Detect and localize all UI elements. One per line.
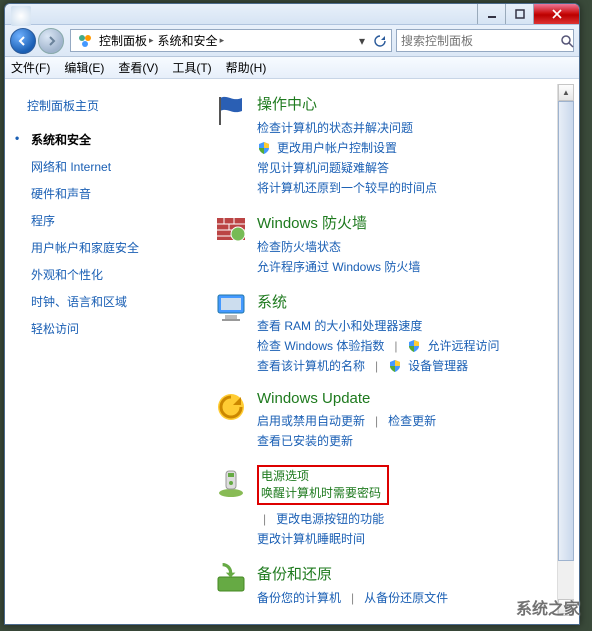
close-button[interactable] <box>533 4 579 24</box>
shield-icon <box>407 339 421 353</box>
category-link[interactable]: 检查更新 <box>388 411 436 431</box>
content-pane: 操作中心检查计算机的状态并解决问题更改用户帐户控制设置常见计算机问题疑难解答将计… <box>205 79 579 624</box>
category-title[interactable]: BitLocker 驱动器加密 <box>257 622 569 624</box>
category-link[interactable]: 查看 RAM 的大小和处理器速度 <box>257 316 422 336</box>
menu-help[interactable]: 帮助(H) <box>226 59 267 76</box>
category: Windows Update启用或禁用自动更新|检查更新查看已安装的更新 <box>211 390 569 451</box>
address-dropdown[interactable]: ▾ <box>353 34 371 48</box>
category-link[interactable]: 更改用户帐户控制设置 <box>277 138 397 158</box>
category-link[interactable]: 唤醒计算机时需要密码 <box>261 486 381 500</box>
sidebar-item[interactable]: 轻松访问 <box>27 315 197 342</box>
search-icon[interactable] <box>560 34 574 48</box>
breadcrumb-item[interactable]: 控制面板 <box>97 32 156 49</box>
shield-icon <box>388 359 402 373</box>
category-link[interactable]: 常见计算机问题疑难解答 <box>257 158 389 178</box>
menu-file[interactable]: 文件(F) <box>11 59 50 76</box>
sidebar-item[interactable]: 网络和 Internet <box>27 153 197 180</box>
category-link[interactable]: 检查 Windows 体验指数 <box>257 336 384 356</box>
wall-icon <box>211 212 251 252</box>
category: 系统查看 RAM 的大小和处理器速度检查 Windows 体验指数|允许远程访问… <box>211 291 569 376</box>
back-button[interactable] <box>10 28 36 54</box>
sidebar-item[interactable]: 硬件和声音 <box>27 180 197 207</box>
category-link[interactable]: 允许程序通过 Windows 防火墙 <box>257 257 420 277</box>
sidebar: 控制面板主页 系统和安全网络和 Internet硬件和声音程序用户帐户和家庭安全… <box>5 79 205 624</box>
sidebar-item[interactable]: 外观和个性化 <box>27 261 197 288</box>
sidebar-item[interactable]: 系统和安全 <box>27 126 197 153</box>
minimize-button[interactable] <box>477 4 505 24</box>
control-panel-home-link[interactable]: 控制面板主页 <box>27 97 197 114</box>
sidebar-item[interactable]: 时钟、语言和区域 <box>27 288 197 315</box>
category: 电源选项唤醒计算机时需要密码|更改电源按钮的功能更改计算机睡眠时间 <box>211 465 569 549</box>
category-title[interactable]: 操作中心 <box>257 93 569 114</box>
vertical-scrollbar[interactable]: ▲ ▼ <box>557 84 574 616</box>
titlebar <box>5 4 579 25</box>
category-link[interactable]: 允许远程访问 <box>427 336 499 356</box>
category-link[interactable]: 设备管理器 <box>408 356 468 376</box>
category-link[interactable]: 查看该计算机的名称 <box>257 356 365 376</box>
category-title[interactable]: 电源选项唤醒计算机时需要密码 <box>257 465 569 505</box>
menu-edit[interactable]: 编辑(E) <box>64 59 104 76</box>
sidebar-item[interactable]: 用户帐户和家庭安全 <box>27 234 197 261</box>
category-title[interactable]: 备份和还原 <box>257 563 569 584</box>
category-link[interactable]: 更改计算机睡眠时间 <box>257 529 365 549</box>
category-title[interactable]: Windows Update <box>257 390 569 407</box>
category: BitLocker 驱动器加密通过加密磁盘上的数据保护计算机管理 BitLock… <box>211 622 569 624</box>
backup-icon <box>211 563 251 603</box>
power-icon <box>211 465 251 505</box>
shield-icon <box>257 141 271 155</box>
category-link[interactable]: 更改电源按钮的功能 <box>276 509 384 529</box>
scroll-up-button[interactable]: ▲ <box>558 84 574 101</box>
breadcrumb-item[interactable]: 系统和安全 <box>156 32 227 49</box>
category: Windows 防火墙检查防火墙状态允许程序通过 Windows 防火墙 <box>211 212 569 277</box>
category-title[interactable]: Windows 防火墙 <box>257 212 569 233</box>
lock-icon <box>211 622 251 624</box>
category-link[interactable]: 从备份还原文件 <box>364 588 448 608</box>
category-link[interactable]: 检查计算机的状态并解决问题 <box>257 118 413 138</box>
address-bar: 控制面板 系统和安全 ▾ <box>5 25 579 57</box>
menu-view[interactable]: 查看(V) <box>118 59 158 76</box>
category-link[interactable]: 备份您的计算机 <box>257 588 341 608</box>
refresh-button[interactable] <box>371 35 389 47</box>
category-link[interactable]: 检查防火墙状态 <box>257 237 341 257</box>
computer-icon <box>211 291 251 331</box>
app-icon <box>11 6 31 26</box>
breadcrumb-field[interactable]: 控制面板 系统和安全 ▾ <box>70 29 392 52</box>
category-title[interactable]: 系统 <box>257 291 569 312</box>
scroll-thumb[interactable] <box>558 101 574 561</box>
update-icon <box>211 390 251 430</box>
control-panel-icon <box>77 33 93 49</box>
sidebar-item[interactable]: 程序 <box>27 207 197 234</box>
category-link[interactable]: 将计算机还原到一个较早的时间点 <box>257 178 437 198</box>
maximize-button[interactable] <box>505 4 533 24</box>
category: 操作中心检查计算机的状态并解决问题更改用户帐户控制设置常见计算机问题疑难解答将计… <box>211 93 569 198</box>
menu-bar: 文件(F) 编辑(E) 查看(V) 工具(T) 帮助(H) <box>5 57 579 79</box>
watermark: 系统之家 <box>516 595 580 619</box>
menu-tools[interactable]: 工具(T) <box>172 59 211 76</box>
search-input[interactable] <box>397 34 560 48</box>
category-link[interactable]: 查看已安装的更新 <box>257 431 353 451</box>
search-field[interactable] <box>396 29 574 52</box>
forward-button[interactable] <box>38 28 64 54</box>
flag-icon <box>211 93 251 133</box>
category-link[interactable]: 启用或禁用自动更新 <box>257 411 365 431</box>
